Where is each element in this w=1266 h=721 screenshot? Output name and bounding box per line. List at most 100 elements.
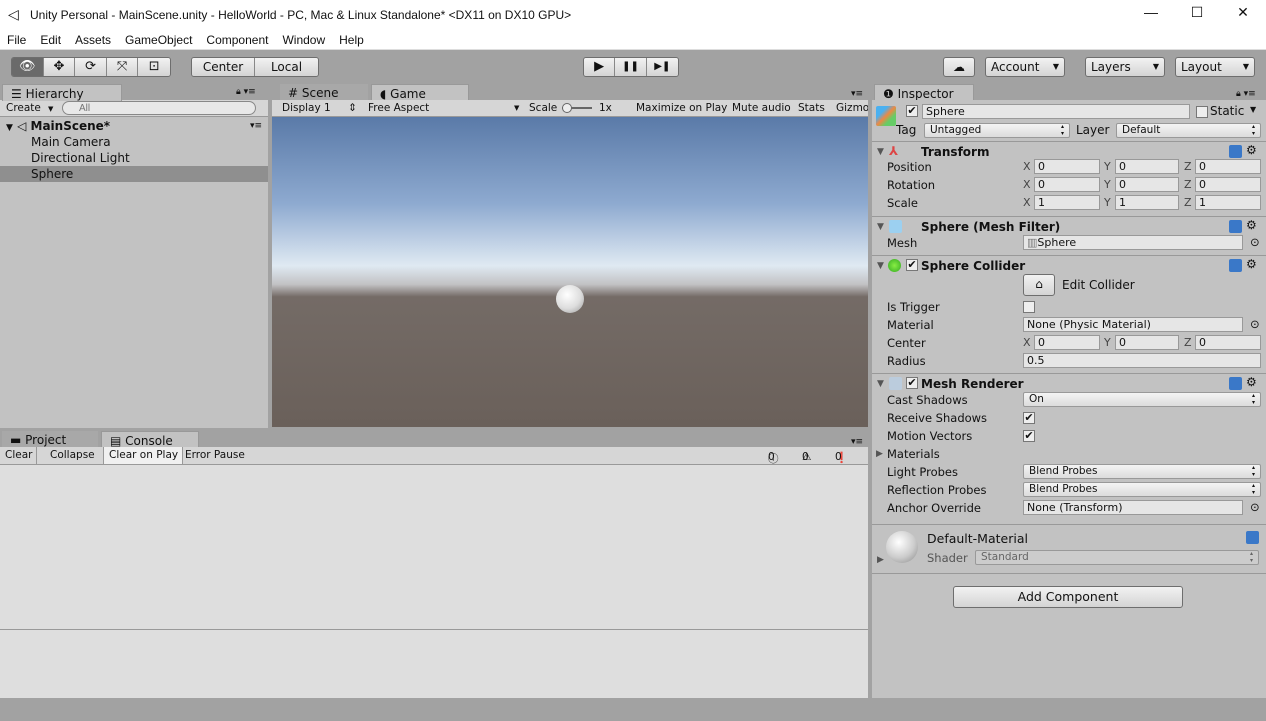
- close-button[interactable]: ✕: [1220, 4, 1266, 21]
- active-checkbox[interactable]: ✔: [906, 105, 918, 117]
- menu-gameobject[interactable]: GameObject: [118, 30, 199, 47]
- rotate-tool-icon[interactable]: ⟳: [75, 58, 107, 76]
- mute-audio-button[interactable]: Mute audio: [732, 102, 791, 114]
- position-x-field[interactable]: 0: [1034, 159, 1100, 174]
- scale-x-field[interactable]: 1: [1034, 195, 1100, 210]
- tab-inspector[interactable]: ❶ Inspector: [874, 84, 974, 101]
- motion-vectors-checkbox[interactable]: ✔: [1023, 430, 1035, 442]
- scale-tool-icon[interactable]: ⤧: [106, 58, 139, 76]
- mesh-filter-header[interactable]: ▼ Sphere (Mesh Filter) ⚙: [872, 216, 1266, 236]
- center-z-field[interactable]: 0: [1195, 335, 1261, 350]
- scene-root[interactable]: ▼ ◁ MainScene* ▾≡: [0, 118, 268, 134]
- menu-window[interactable]: Window: [275, 30, 332, 47]
- expand-triangle-icon[interactable]: ▶: [877, 555, 884, 565]
- maximize-button[interactable]: ☐: [1174, 4, 1220, 21]
- mesh-renderer-header[interactable]: ▼ ✔ Mesh Renderer ⚙: [872, 373, 1266, 393]
- lock-icon[interactable]: 🔒︎ ▾≡: [236, 87, 256, 97]
- help-book-icon[interactable]: [1229, 259, 1242, 272]
- radius-field[interactable]: 0.5: [1023, 353, 1261, 368]
- menu-icon[interactable]: ▾≡: [851, 437, 863, 447]
- scale-y-field[interactable]: 1: [1115, 195, 1179, 210]
- layout-dropdown[interactable]: Layout ▼: [1175, 57, 1255, 77]
- hierarchy-item-main-camera[interactable]: Main Camera: [0, 134, 268, 150]
- rotation-y-field[interactable]: 0: [1115, 177, 1179, 192]
- menu-help[interactable]: Help: [332, 30, 371, 47]
- minimize-button[interactable]: —: [1128, 4, 1174, 20]
- tab-project[interactable]: ▬ Project: [2, 431, 98, 448]
- play-button[interactable]: ▶: [584, 58, 616, 76]
- game-view[interactable]: [272, 117, 868, 427]
- help-book-icon[interactable]: [1246, 531, 1259, 544]
- help-book-icon[interactable]: [1229, 220, 1242, 233]
- center-y-field[interactable]: 0: [1115, 335, 1179, 350]
- rotation-z-field[interactable]: 0: [1195, 177, 1261, 192]
- rotation-x-field[interactable]: 0: [1034, 177, 1100, 192]
- move-tool-icon[interactable]: ✥: [43, 58, 76, 76]
- static-checkbox[interactable]: [1196, 106, 1208, 118]
- mesh-field[interactable]: ▥Sphere: [1023, 235, 1243, 250]
- cloud-button[interactable]: ☁: [943, 57, 975, 77]
- renderer-enabled-checkbox[interactable]: ✔: [906, 377, 918, 389]
- clear-button[interactable]: Clear: [0, 447, 38, 464]
- help-book-icon[interactable]: [1229, 377, 1242, 390]
- pause-button[interactable]: ❚❚: [615, 58, 647, 76]
- physic-material-field[interactable]: None (Physic Material): [1023, 317, 1243, 332]
- tab-console[interactable]: ▤ Console: [101, 431, 199, 448]
- hierarchy-item-directional-light[interactable]: Directional Light: [0, 150, 268, 166]
- light-probes-dropdown[interactable]: Blend Probes: [1023, 464, 1261, 479]
- step-button[interactable]: ▶❚: [646, 58, 678, 76]
- pivot-local-button[interactable]: Local: [255, 58, 318, 76]
- is-trigger-checkbox[interactable]: [1023, 301, 1035, 313]
- menu-edit[interactable]: Edit: [33, 30, 68, 47]
- error-pause-button[interactable]: Error Pause: [185, 449, 245, 461]
- console-log-area[interactable]: [0, 465, 868, 629]
- shader-dropdown[interactable]: Standard: [975, 550, 1259, 565]
- anchor-override-field[interactable]: None (Transform): [1023, 500, 1243, 515]
- add-component-button[interactable]: Add Component: [953, 586, 1183, 608]
- gear-icon[interactable]: ⚙: [1246, 218, 1257, 232]
- scale-z-field[interactable]: 1: [1195, 195, 1261, 210]
- rect-tool-icon[interactable]: ⊡: [138, 58, 170, 76]
- name-field[interactable]: Sphere: [922, 104, 1190, 119]
- position-y-field[interactable]: 0: [1115, 159, 1179, 174]
- console-detail-area[interactable]: [0, 629, 868, 698]
- position-z-field[interactable]: 0: [1195, 159, 1261, 174]
- static-dropdown-icon[interactable]: ▼: [1250, 105, 1256, 114]
- menu-icon[interactable]: ▾≡: [851, 89, 863, 99]
- menu-icon[interactable]: ▾≡: [250, 118, 262, 134]
- gizmos-button[interactable]: Gizmos: [836, 102, 868, 114]
- aspect-dropdown[interactable]: Free Aspect: [368, 102, 429, 114]
- view-tool-eye-icon[interactable]: 👁: [12, 58, 44, 76]
- object-picker-icon[interactable]: ⊙: [1250, 317, 1260, 331]
- clear-on-play-button[interactable]: Clear on Play: [103, 447, 184, 464]
- display-dropdown[interactable]: Display 1: [282, 102, 331, 114]
- hierarchy-search-input[interactable]: [62, 101, 256, 115]
- materials-foldout[interactable]: Materials: [887, 447, 940, 461]
- object-picker-icon[interactable]: ⊙: [1250, 235, 1260, 249]
- receive-shadows-checkbox[interactable]: ✔: [1023, 412, 1035, 424]
- gear-icon[interactable]: ⚙: [1246, 143, 1257, 157]
- center-x-field[interactable]: 0: [1034, 335, 1100, 350]
- reflection-probes-dropdown[interactable]: Blend Probes: [1023, 482, 1261, 497]
- collapse-button[interactable]: Collapse: [50, 449, 95, 461]
- layers-dropdown[interactable]: Layers ▼: [1085, 57, 1165, 77]
- tag-dropdown[interactable]: Untagged: [924, 123, 1070, 138]
- help-book-icon[interactable]: [1229, 145, 1242, 158]
- layer-dropdown[interactable]: Default: [1116, 123, 1261, 138]
- menu-component[interactable]: Component: [199, 30, 275, 47]
- edit-collider-button[interactable]: ⌂: [1023, 274, 1055, 296]
- lock-icon[interactable]: 🔒︎ ▾≡: [1236, 89, 1256, 99]
- sphere-collider-header[interactable]: ▼ ✔ Sphere Collider ⚙: [872, 255, 1266, 275]
- gear-icon[interactable]: ⚙: [1246, 375, 1257, 389]
- object-picker-icon[interactable]: ⊙: [1250, 500, 1260, 514]
- tab-scene[interactable]: # Scene: [280, 84, 368, 101]
- collider-enabled-checkbox[interactable]: ✔: [906, 259, 918, 271]
- tab-game[interactable]: ◖ Game: [371, 84, 469, 101]
- expand-triangle-icon[interactable]: ▶: [876, 449, 883, 459]
- stats-button[interactable]: Stats: [798, 102, 825, 114]
- scale-slider-handle[interactable]: [562, 103, 572, 113]
- sphere-object[interactable]: [556, 285, 584, 313]
- hierarchy-item-sphere[interactable]: Sphere: [0, 166, 268, 182]
- account-dropdown[interactable]: Account ▼: [985, 57, 1065, 77]
- maximize-on-play-button[interactable]: Maximize on Play: [636, 102, 727, 114]
